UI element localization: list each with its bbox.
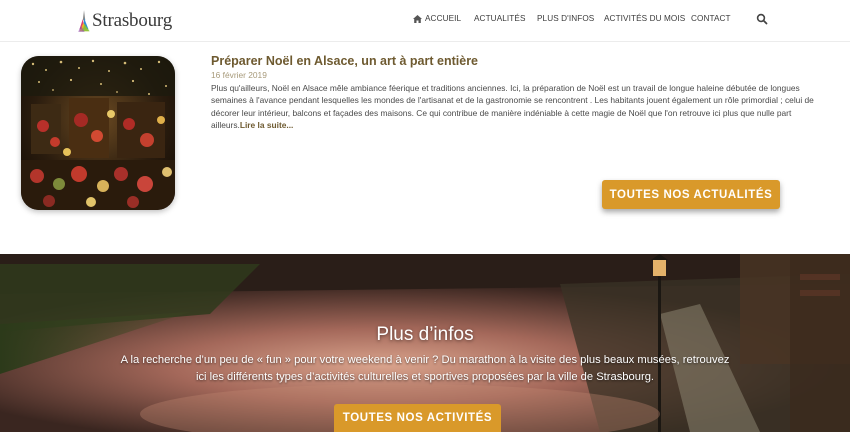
article-title[interactable]: Préparer Noël en Alsace, un art à part e… <box>211 54 478 68</box>
all-activities-button[interactable]: TOUTES NOS ACTIVITÉS <box>334 404 501 432</box>
plus-infos-title: Plus d’infos <box>376 324 474 345</box>
search-icon[interactable] <box>756 13 768 25</box>
plus-infos-section: Plus d’infos A la recherche d’un peu de … <box>0 254 850 432</box>
all-news-button[interactable]: TOUTES NOS ACTUALITÉS <box>602 180 780 209</box>
nav-actualites[interactable]: ACTUALITÉS <box>474 14 526 23</box>
home-icon <box>413 14 422 23</box>
plus-infos-line-1: A la recherche d’un peu de « fun » pour … <box>120 354 730 366</box>
nav-contact[interactable]: CONTACT <box>691 14 731 23</box>
article-date: 16 février 2019 <box>211 70 267 80</box>
article-excerpt: Plus qu'ailleurs, Noël en Alsace mêle am… <box>211 82 817 132</box>
logo-text: Strasbourg <box>92 10 172 31</box>
site-logo[interactable]: Strasbourg <box>77 3 172 39</box>
article-excerpt-text: Plus qu'ailleurs, Noël en Alsace mêle am… <box>211 83 814 131</box>
nav-home-label: ACCUEIL <box>425 14 462 23</box>
nav-plus-infos[interactable]: PLUS D'INFOS <box>537 14 594 23</box>
christmas-market-image <box>21 56 175 210</box>
plus-infos-description: A la recherche d’un peu de « fun » pour … <box>100 352 750 386</box>
article-thumbnail[interactable] <box>21 56 175 210</box>
nav-activites-du-mois[interactable]: ACTIVITÉS DU MOIS <box>604 14 685 23</box>
read-more-link[interactable]: Lire la suite... <box>240 120 294 130</box>
cathedral-logo-icon <box>78 10 90 32</box>
plus-infos-line-2: ici les différents types d’activités cul… <box>195 371 655 383</box>
site-header: Strasbourg ACCUEIL ACTUALITÉS PLUS D'INF… <box>0 0 850 42</box>
nav-home[interactable]: ACCUEIL <box>413 14 461 23</box>
